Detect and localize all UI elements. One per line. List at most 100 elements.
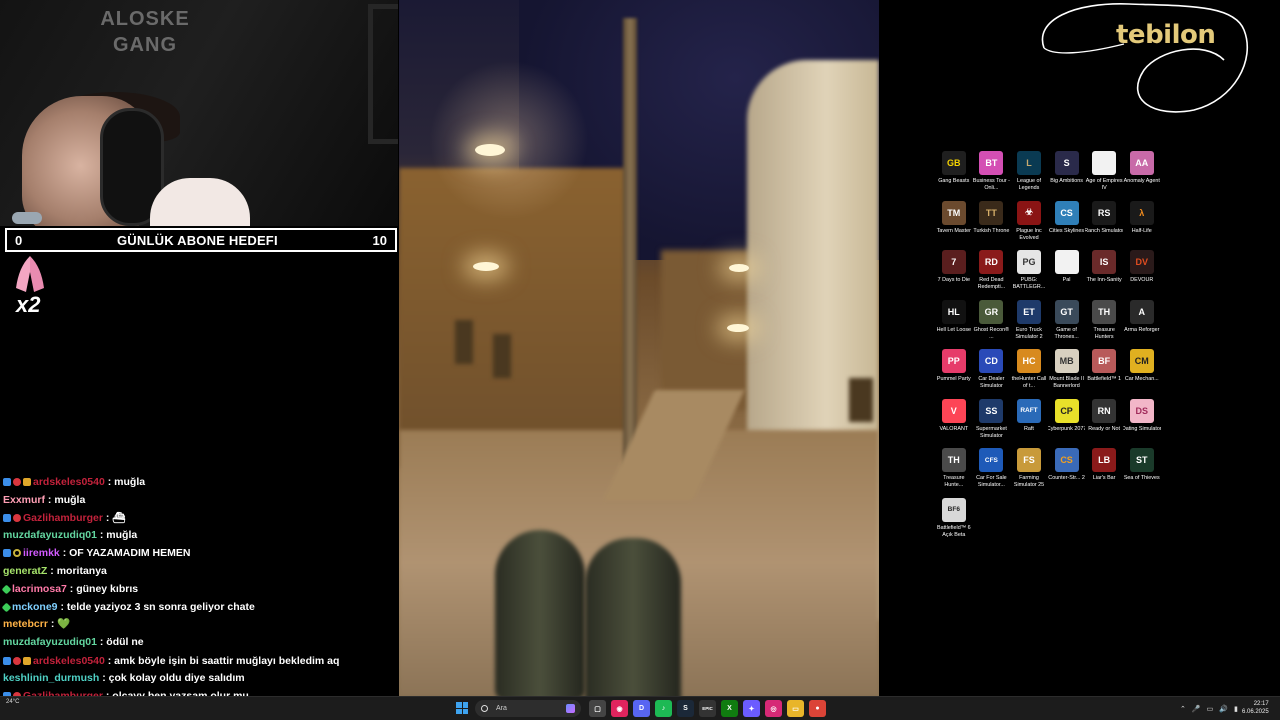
desktop-shortcut[interactable]: ST Sea of Thieves (1123, 448, 1161, 498)
edge-app-icon[interactable]: ◉ (611, 700, 628, 717)
app-icon (1092, 151, 1117, 175)
chat-username[interactable]: muzdafayuzudiq01 (3, 636, 97, 648)
desktop-shortcut[interactable]: RS Ranch Simulator (1085, 200, 1123, 251)
desktop-shortcut[interactable]: GR Ghost Recon® ... (973, 299, 1011, 350)
chat-message: keshlinin_durmush : çok kolay oldu diye … (0, 670, 398, 688)
chat-username[interactable]: muzdafayuzudiq01 (3, 529, 97, 541)
desktop-shortcut[interactable]: S Big Ambitions (1048, 151, 1086, 201)
desktop-shortcut[interactable]: TM Tavern Master (935, 200, 973, 251)
desktop-shortcut[interactable]: ET Euro Truck Simulator 2 (1010, 299, 1048, 350)
desktop-shortcut[interactable]: FS Farming Simulator 25 (1010, 448, 1048, 498)
microphone-icon[interactable]: 🎤 (1192, 705, 1201, 713)
battery-icon[interactable]: ▮ (1234, 705, 1238, 713)
instagram-app-icon[interactable]: ◎ (765, 700, 782, 717)
chat-username[interactable]: mckone9 (12, 601, 58, 613)
chat-username[interactable]: keshlinin_durmush (3, 672, 99, 684)
desktop-shortcut[interactable]: A Arma Reforger (1123, 299, 1161, 350)
desktop-shortcut[interactable]: TT Turkish Throne (973, 200, 1011, 251)
chat-username[interactable]: Gazlihamburger (23, 512, 103, 524)
desktop-shortcut[interactable]: CS Counter-Str... 2 (1048, 448, 1086, 498)
chat-username[interactable]: generatZ (3, 565, 47, 577)
copilot-app-icon[interactable]: ✦ (743, 700, 760, 717)
desktop-shortcut[interactable]: AA Anomaly Agent (1123, 151, 1161, 201)
app-icon: RAFT (1016, 398, 1041, 423)
desktop-shortcut[interactable]: GB Gang Beasts (935, 151, 973, 201)
xbox-app-icon[interactable]: X (721, 700, 738, 717)
desktop-shortcut[interactable]: PP Pummel Party (935, 349, 973, 399)
epic-app-icon[interactable]: EPIC (699, 700, 716, 717)
search-icon (481, 705, 488, 712)
desktop-icon-grid: GB Gang Beasts BT Business Tour - Onli... L L… (935, 151, 1165, 547)
volume-icon[interactable]: 🔊 (1219, 705, 1228, 713)
task-view-icon[interactable]: ▢ (589, 700, 606, 717)
desktop-shortcut[interactable]: CS Cities Skylines (1048, 200, 1086, 251)
desktop-shortcut[interactable]: L League of Legends (1010, 151, 1048, 201)
shortcut-label: Game of Thrones... (1054, 326, 1079, 340)
shortcut-label: Plague Inc Evolved (1016, 227, 1042, 241)
app-icon: TH (1092, 299, 1117, 324)
shortcut-label: Car Mechan... (1124, 376, 1159, 382)
desktop-shortcut[interactable]: CM Car Mechan... (1123, 349, 1161, 399)
sub-goal-bar: 0 GÜNLÜK ABONE HEDEFI 10 (5, 228, 397, 252)
start-button[interactable] (456, 702, 468, 714)
desktop-shortcut[interactable]: HL Hell Let Loose (935, 299, 973, 350)
chat-username[interactable]: ardskeles0540 (33, 655, 105, 667)
app-icon: BF (1092, 349, 1117, 373)
desktop-shortcut[interactable]: HC theHunter Call of t... (1010, 349, 1048, 399)
desktop-shortcut[interactable]: DS Dating Simulator (1123, 398, 1161, 449)
chat-separator: : (47, 618, 58, 631)
taskbar-search[interactable]: Ara (475, 700, 581, 717)
desktop-shortcut[interactable]: V VALORANT (935, 398, 973, 449)
street-lamp (473, 262, 499, 271)
desktop-shortcut[interactable]: GT Game of Thrones... (1048, 299, 1086, 350)
desktop-shortcut[interactable]: CFS Car For Sale Simulator... (973, 448, 1011, 498)
chat-username[interactable]: iiremkk (23, 547, 60, 559)
desktop-shortcut[interactable]: 7 7 Days to Die (935, 250, 973, 300)
chat-username[interactable]: lacrimosa7 (12, 583, 67, 595)
desktop-shortcut[interactable]: λ Half-Life (1123, 200, 1161, 251)
explorer-app-icon[interactable]: ▭ (787, 700, 804, 717)
app-icon: GR (979, 299, 1004, 324)
desktop-shortcut[interactable]: RN Ready or Not (1085, 398, 1123, 449)
chat-badge-icon (13, 549, 21, 558)
desktop-shortcut[interactable]: CD Car Dealer Simulator (973, 349, 1011, 399)
desktop-area: tebilon GB Gang Beasts BT Business Tour - O… (879, 0, 1280, 696)
desktop-shortcut[interactable]: MB Mount Blade II Bannerlord (1048, 349, 1086, 399)
taskbar-clock[interactable]: 22:17 6.06.2025 (1242, 700, 1269, 716)
chrome-app-icon[interactable]: ● (809, 700, 826, 717)
chat-message: metebcrr : 💚 (0, 616, 398, 634)
chat-username[interactable]: Exxmurf (3, 494, 45, 506)
chevron-up-icon[interactable]: ⌃ (1180, 705, 1186, 713)
chat-username[interactable]: metebcrr (3, 618, 48, 630)
chat-badge-icon (13, 513, 21, 522)
chat-text: 💚 (57, 618, 71, 631)
desktop-shortcut[interactable]: PG PUBG: BATTLEGR... (1010, 250, 1048, 300)
goal-title: GÜNLÜK ABONE HEDEFI (117, 232, 278, 248)
desktop-shortcut[interactable]: RAFT Raft (1010, 398, 1048, 449)
desktop-shortcut[interactable]: Age of Empires IV (1085, 151, 1123, 201)
desktop-shortcut[interactable]: CP Cyberpunk 2077 (1048, 398, 1085, 449)
chat-text: muğla (106, 529, 138, 542)
desktop-shortcut[interactable]: BT Business Tour - Onli... (973, 151, 1011, 201)
network-icon[interactable]: ▭ (1207, 705, 1214, 713)
chat-separator: : (102, 511, 113, 524)
discord-app-icon[interactable]: D (633, 700, 650, 717)
game-view[interactable] (399, 0, 879, 696)
chat-username[interactable]: ardskeles0540 (33, 476, 105, 488)
desktop-shortcut[interactable]: BF6 Battlefield™ 6 Açık Beta (935, 497, 973, 548)
steam-app-icon[interactable]: S (677, 700, 694, 717)
desktop-shortcut[interactable]: LB Liar's Bar (1085, 448, 1123, 498)
desktop-shortcut[interactable]: RD Red Dead Redempti... (973, 250, 1011, 300)
spotify-app-icon[interactable]: ♪ (655, 700, 672, 717)
app-icon: L (1016, 151, 1041, 175)
desktop-shortcut[interactable]: SS Supermarket Simulator (973, 398, 1011, 449)
desktop-shortcut[interactable]: TH Treasure Hunters (1085, 299, 1123, 350)
desktop-shortcut[interactable]: DV DEVOUR (1123, 250, 1161, 300)
weather-widget[interactable]: 24°C (6, 699, 19, 706)
desktop-shortcut[interactable]: Pal (1048, 250, 1086, 300)
shortcut-label: DEVOUR (1130, 277, 1154, 283)
desktop-shortcut[interactable]: TH Treasure Hunte... (935, 448, 973, 498)
desktop-shortcut[interactable]: ☣ Plague Inc Evolved (1010, 200, 1048, 251)
desktop-shortcut[interactable]: IS The Inn-Sanity (1085, 250, 1123, 300)
desktop-shortcut[interactable]: BF Battlefield™ 1 (1085, 349, 1123, 399)
